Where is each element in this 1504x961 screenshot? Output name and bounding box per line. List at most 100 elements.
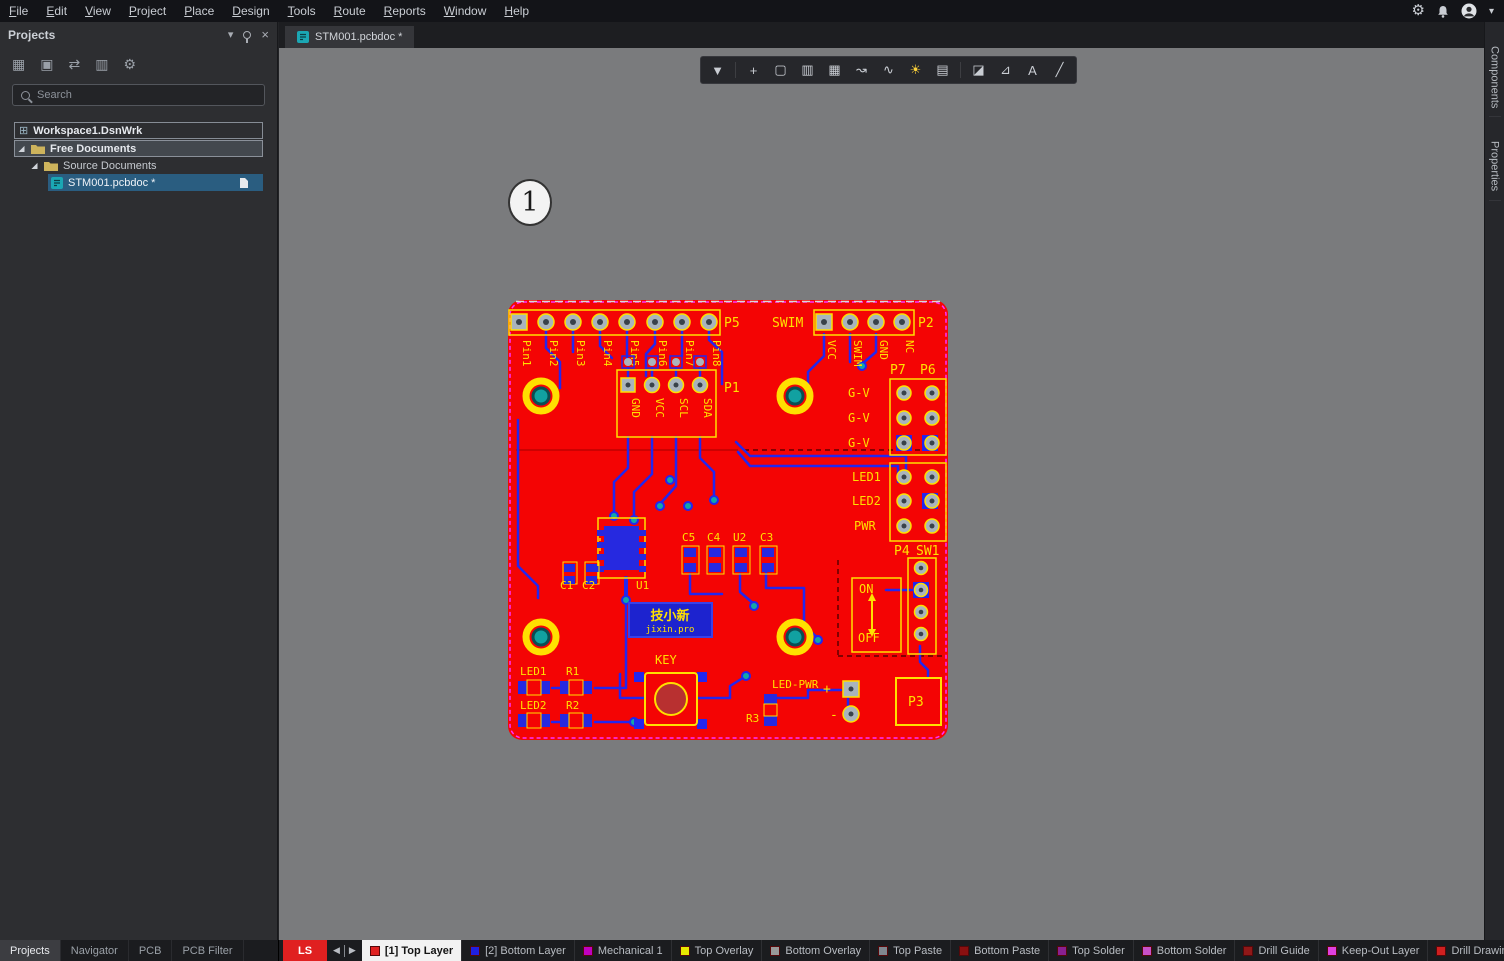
contrast-icon[interactable]: ◪ [966,58,991,82]
layer-tab-bottom[interactable]: [2] Bottom Layer [462,940,575,961]
sw1-label[interactable]: SW1 [916,544,939,559]
c5-label[interactable]: C5 [682,531,695,544]
off-label[interactable]: OFF [858,631,880,645]
c2-label[interactable]: C2 [582,579,595,592]
led2-label[interactable]: LED2 [852,494,881,508]
bulb-icon[interactable]: ☀ [903,58,928,82]
pin-label[interactable]: Pin8 [710,340,723,367]
gv-label[interactable]: G-V [848,386,870,400]
filter-icon[interactable]: ▼ [705,58,730,82]
menu-file[interactable]: File [0,0,37,22]
r2-ref[interactable]: R2 [566,699,579,712]
c3-label[interactable]: C3 [760,531,773,544]
layer-tab-top[interactable]: [1] Top Layer [362,940,462,961]
menu-help[interactable]: Help [495,0,538,22]
expand-arrow-icon[interactable]: ◢ [30,161,39,170]
layer-tab-keepout[interactable]: Keep-Out Layer [1319,940,1429,961]
tab-pcb-filter[interactable]: PCB Filter [172,940,243,961]
selection-icon[interactable]: ▢ [768,58,793,82]
menu-project[interactable]: Project [120,0,175,22]
menu-view[interactable]: View [76,0,120,22]
panel-dropdown-icon[interactable]: ▾ [228,28,234,42]
p2-label[interactable]: P2 [918,316,934,331]
layer-tab-top-paste[interactable]: Top Paste [870,940,951,961]
led1-ref[interactable]: LED1 [520,665,547,678]
p1-label[interactable]: P1 [724,381,740,396]
pin-label[interactable]: Pin4 [601,340,614,367]
minus-label[interactable]: - [830,708,838,723]
search-input[interactable] [37,89,256,101]
scroll-left-icon[interactable]: ◀ [333,945,340,956]
close-icon[interactable]: × [261,28,269,42]
text-icon[interactable]: A [1020,58,1045,82]
menu-place[interactable]: Place [175,0,223,22]
r1-ref[interactable]: R1 [566,665,579,678]
layer-tab-bottom-solder[interactable]: Bottom Solder [1134,940,1236,961]
pin-label[interactable]: SCL [677,398,690,418]
pin-label[interactable]: NC [903,340,916,353]
menu-tools[interactable]: Tools [279,0,325,22]
layer-set-button[interactable]: LS [283,940,327,961]
p6-label[interactable]: P6 [920,363,936,378]
tree-item-pcbdoc[interactable]: STM001.pcbdoc * [48,174,263,191]
pin-label[interactable]: Pin1 [520,340,533,367]
crosshair-icon[interactable]: + [741,58,766,82]
on-label[interactable]: ON [859,582,873,596]
pin-icon[interactable] [243,31,251,39]
copy-icon[interactable]: ▣ [40,56,53,73]
pcb-board[interactable]: P5 Pin1 Pin2 Pin3 Pin4 Pin5 Pin6 Pin7 Pi… [508,300,948,740]
menu-reports[interactable]: Reports [375,0,435,22]
gv-label[interactable]: G-V [848,436,870,450]
led2-ref[interactable]: LED2 [520,699,547,712]
pin-label[interactable]: GND [629,398,642,418]
tab-navigator[interactable]: Navigator [61,940,129,961]
p5-label[interactable]: P5 [724,316,740,331]
layer-tab-bottom-paste[interactable]: Bottom Paste [951,940,1049,961]
u1-label[interactable]: U1 [636,579,649,592]
route-icon[interactable]: ↝ [849,58,874,82]
tree-item-free-documents[interactable]: ◢ Free Documents [14,140,263,157]
user-avatar-icon[interactable] [1461,3,1477,19]
pin-label[interactable]: VCC [653,398,666,418]
documents-icon[interactable]: ▥ [95,56,108,73]
led-pwr-label[interactable]: LED-PWR [772,678,819,691]
line-icon[interactable]: ╱ [1047,58,1072,82]
p7-label[interactable]: P7 [890,363,906,378]
document-page-icon[interactable] [239,177,249,189]
panel-settings-icon[interactable]: ⚙ [123,56,136,73]
tab-stm001-pcbdoc[interactable]: STM001.pcbdoc * [285,26,414,48]
arc-icon[interactable]: ∿ [876,58,901,82]
expand-arrow-icon[interactable]: ◢ [17,144,26,153]
tab-components[interactable]: Components [1489,38,1501,117]
layers-icon[interactable]: ▤ [930,58,955,82]
bell-icon[interactable] [1437,5,1449,18]
layer-tab-top-solder[interactable]: Top Solder [1049,940,1134,961]
gear-icon[interactable]: ⚙ [1412,0,1425,22]
scroll-right-icon[interactable]: ▶ [349,945,356,956]
layer-tab-top-overlay[interactable]: Top Overlay [672,940,763,961]
histogram-icon[interactable]: ▥ [795,58,820,82]
key-label[interactable]: KEY [655,653,677,667]
save-icon[interactable]: ▦ [12,56,25,73]
layer-tab-bottom-overlay[interactable]: Bottom Overlay [762,940,870,961]
p4-label[interactable]: P4 [894,544,910,559]
c1-label[interactable]: C1 [560,579,573,592]
silkscreen-logo[interactable]: 技小新 jixin.pro [629,603,712,637]
plus-label[interactable]: + [823,682,831,697]
tab-projects[interactable]: Projects [0,940,61,961]
menu-route[interactable]: Route [325,0,375,22]
sync-icon[interactable]: ⇄ [68,56,80,73]
tab-pcb[interactable]: PCB [129,940,173,961]
gv-label[interactable]: G-V [848,411,870,425]
chevron-down-icon[interactable]: ▾ [1489,6,1494,17]
pin-label[interactable]: SWIM [851,340,864,367]
pin-label[interactable]: GND [877,340,890,360]
pwr-label[interactable]: PWR [854,519,876,533]
u2-label[interactable]: U2 [733,531,746,544]
tab-properties[interactable]: Properties [1489,133,1501,200]
layer-tab-mechanical1[interactable]: Mechanical 1 [575,940,672,961]
tree-item-workspace[interactable]: ⊞ Workspace1.DsnWrk [14,122,263,139]
c4-label[interactable]: C4 [707,531,721,544]
menu-edit[interactable]: Edit [37,0,76,22]
led1-label[interactable]: LED1 [852,470,881,484]
